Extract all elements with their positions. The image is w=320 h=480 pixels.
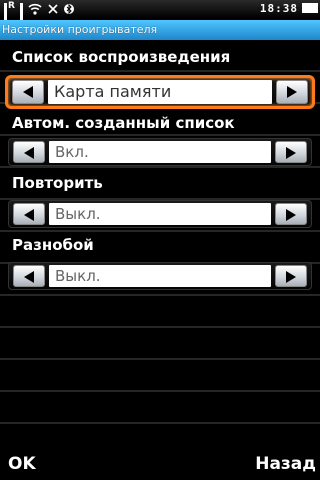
playlist-value: Карта памяти bbox=[48, 80, 272, 104]
shuffle-selector[interactable]: Выкл. bbox=[8, 262, 312, 290]
auto-playlist-value: Вкл. bbox=[49, 141, 271, 163]
back-button[interactable]: Назад bbox=[255, 454, 316, 474]
playlist-selector[interactable]: Карта памяти bbox=[5, 75, 315, 109]
status-bar: R 18:38 bbox=[0, 0, 320, 43]
shuffle-next-button[interactable] bbox=[275, 265, 307, 287]
arrow-left-icon bbox=[23, 86, 33, 98]
arrow-left-icon bbox=[24, 271, 34, 283]
playlist-label: Список воспроизведения bbox=[12, 48, 231, 66]
ok-button[interactable]: OK bbox=[8, 454, 36, 474]
repeat-label: Повторить bbox=[12, 174, 103, 192]
settings-list: Список воспроизведения Карта памяти Авто… bbox=[0, 40, 320, 448]
arrow-right-icon bbox=[287, 86, 297, 98]
data-signal-icon bbox=[19, 0, 23, 43]
arrow-right-icon bbox=[286, 147, 296, 159]
page-title: Настройки проигрывателя bbox=[0, 20, 320, 40]
playlist-next-button[interactable] bbox=[276, 80, 308, 104]
signal-strength-icon bbox=[4, 0, 7, 43]
playlist-prev-button[interactable] bbox=[12, 80, 44, 104]
auto-playlist-selector[interactable]: Вкл. bbox=[8, 138, 312, 166]
bluetooth-icon bbox=[63, 0, 74, 19]
key-icon bbox=[47, 0, 59, 19]
repeat-value: Выкл. bbox=[49, 203, 271, 225]
arrow-right-icon bbox=[286, 209, 296, 221]
arrow-left-icon bbox=[24, 147, 34, 159]
clock: 18:38 bbox=[259, 2, 298, 15]
repeat-next-button[interactable] bbox=[275, 203, 307, 225]
repeat-selector[interactable]: Выкл. bbox=[8, 200, 312, 228]
shuffle-prev-button[interactable] bbox=[13, 265, 45, 287]
shuffle-label: Разнобой bbox=[12, 236, 94, 254]
softkey-bar: OK Назад bbox=[0, 450, 320, 480]
shuffle-value: Выкл. bbox=[49, 265, 271, 287]
arrow-right-icon bbox=[286, 271, 296, 283]
arrow-left-icon bbox=[24, 209, 34, 221]
roaming-label: R bbox=[8, 1, 15, 11]
auto-playlist-prev-button[interactable] bbox=[13, 141, 45, 163]
auto-playlist-label: Автом. созданный список bbox=[12, 114, 235, 132]
wifi-icon bbox=[28, 0, 42, 19]
repeat-prev-button[interactable] bbox=[13, 203, 45, 225]
battery-icon bbox=[302, 3, 318, 13]
auto-playlist-next-button[interactable] bbox=[275, 141, 307, 163]
